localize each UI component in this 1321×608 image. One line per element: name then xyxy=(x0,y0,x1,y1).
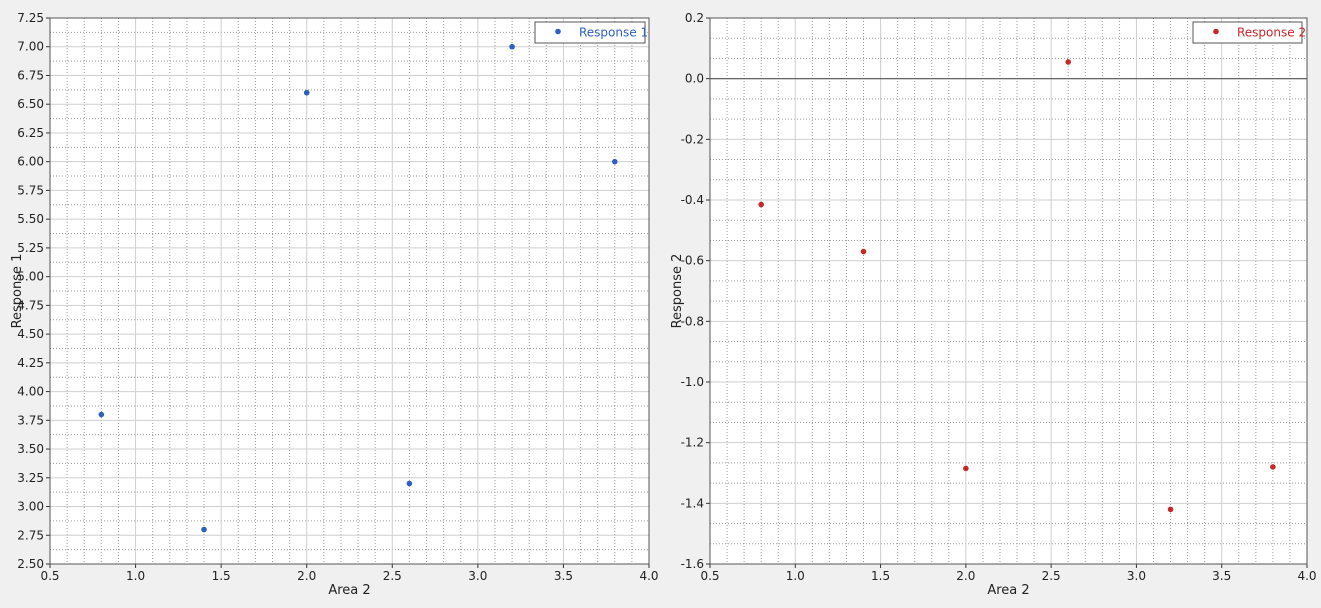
scatter-chart-response-1: 0.5 1.0 1.5 2.0 2.5 3.0 3.5 4.0 2.50 2.75 3.00 3.25… xyxy=(10,11,659,598)
x-axis-label: Area 2 xyxy=(987,583,1029,598)
x-tick-label: 1.0 xyxy=(786,569,805,583)
x-tick-label: 3.5 xyxy=(1212,569,1231,583)
legend-label: Response 1 xyxy=(579,26,648,40)
x-tick-label: 0.5 xyxy=(40,569,59,583)
x-tick-label: 2.0 xyxy=(297,569,316,583)
y-tick-label: -1.2 xyxy=(681,436,704,450)
data-point xyxy=(1065,59,1071,65)
plot-area xyxy=(710,18,1307,564)
y-tick-label: 3.50 xyxy=(17,442,44,456)
y-tick-label: 2.50 xyxy=(17,557,44,571)
y-tick-label: -0.4 xyxy=(681,193,704,207)
y-tick-label: -1.0 xyxy=(681,375,704,389)
data-point xyxy=(963,465,969,472)
y-tick-label: 6.00 xyxy=(17,155,44,169)
y-tick-label: 7.00 xyxy=(17,40,44,54)
y-tick-label: 3.75 xyxy=(17,413,44,427)
y-tick-label: 2.75 xyxy=(17,528,44,542)
data-point xyxy=(201,526,207,533)
data-point xyxy=(758,201,764,208)
plot-area xyxy=(50,18,649,564)
y-tick-label: -1.6 xyxy=(681,557,704,571)
y-tick-label: 5.75 xyxy=(17,183,44,197)
y-tick-label: 5.25 xyxy=(17,241,44,255)
y-tick-label: 4.00 xyxy=(17,385,44,399)
y-tick-label: 3.00 xyxy=(17,500,44,514)
y-tick-label: 0.2 xyxy=(685,11,704,25)
x-tick-label: 1.5 xyxy=(212,569,231,583)
x-tick-label: 2.0 xyxy=(956,569,975,583)
data-point xyxy=(1167,506,1174,513)
legend-label: Response 2 xyxy=(1237,26,1306,40)
chart-panel-response-1: 0.5 1.0 1.5 2.0 2.5 3.0 3.5 4.0 2.50 2.75 3.00 3.25… xyxy=(0,0,660,604)
y-tick-label: 4.25 xyxy=(17,356,44,370)
y-axis-label: Response 2 xyxy=(670,254,685,329)
y-tick-label: -1.4 xyxy=(681,496,704,510)
legend-marker xyxy=(1213,28,1219,35)
y-tick-label: 0.0 xyxy=(685,72,704,86)
data-point xyxy=(406,480,413,487)
x-tick-label: 3.5 xyxy=(554,569,573,583)
y-tick-label: 7.25 xyxy=(17,11,44,25)
y-tick-label: 3.25 xyxy=(17,471,44,485)
x-tick-label: 3.0 xyxy=(468,569,487,583)
data-point xyxy=(1270,464,1276,470)
y-tick-label: 6.50 xyxy=(17,97,44,111)
x-tick-label: 0.5 xyxy=(700,569,719,583)
data-point xyxy=(611,158,618,165)
y-tick-label: 6.25 xyxy=(17,126,44,140)
y-axis-label: Response 1 xyxy=(10,254,25,329)
x-tick-label: 4.0 xyxy=(639,569,658,583)
x-tick-label: 1.5 xyxy=(871,569,890,583)
x-tick-label: 2.5 xyxy=(1042,569,1061,583)
data-point xyxy=(509,43,515,50)
data-point xyxy=(98,411,105,418)
legend-marker xyxy=(555,28,561,35)
scatter-chart-response-2: 0.5 1.0 1.5 2.0 2.5 3.0 3.5 4.0 -1.6 -1.4 -1.2 -1.0… xyxy=(670,11,1317,598)
y-tick-label: 5.50 xyxy=(17,212,44,226)
data-point xyxy=(303,89,310,96)
x-axis-label: Area 2 xyxy=(328,583,370,598)
data-point xyxy=(860,248,867,255)
chart-panel-response-2: 0.5 1.0 1.5 2.0 2.5 3.0 3.5 4.0 -1.6 -1.4 -1.2 -1.0… xyxy=(660,0,1321,604)
x-tick-label: 3.0 xyxy=(1127,569,1146,583)
y-tick-label: 6.75 xyxy=(17,68,44,82)
x-tick-label: 1.0 xyxy=(126,569,145,583)
y-tick-label: -0.2 xyxy=(681,132,704,146)
x-tick-label: 2.5 xyxy=(383,569,402,583)
x-tick-label: 4.0 xyxy=(1297,569,1316,583)
